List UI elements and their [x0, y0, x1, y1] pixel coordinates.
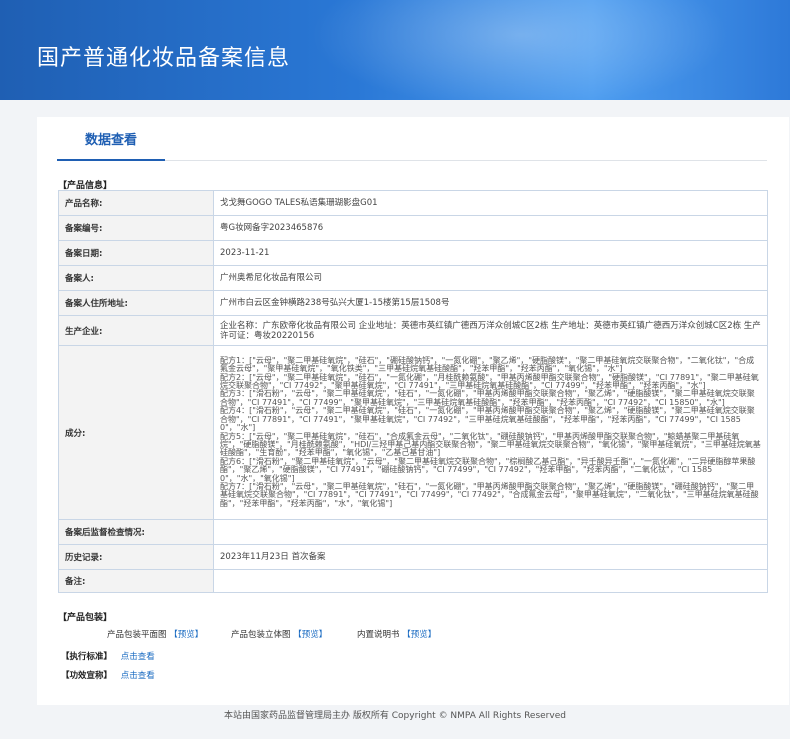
- row-label: 备案后监督检查情况:: [58, 519, 214, 545]
- packaging-label: 产品包装立体图: [231, 630, 291, 640]
- efficacy-label: 【功效宣称】: [61, 671, 113, 681]
- preview-link-3d[interactable]: 【预览】: [293, 630, 327, 640]
- row-value: [213, 519, 768, 545]
- table-row: 产品名称: 戈戈舞GOGO TALES私语集珊瑚影盘G01: [58, 190, 768, 216]
- page-title: 国产普通化妆品备案信息: [37, 46, 291, 71]
- header-banner: 国产普通化妆品备案信息: [0, 0, 790, 100]
- table-row: 成分: 配方1：["云母"，"聚二甲基硅氧烷"，"硅石"，"硼硅酸钠钙"，"一氮…: [58, 345, 768, 520]
- standard-label: 【执行标准】: [61, 652, 113, 662]
- preview-link-flat[interactable]: 【预览】: [169, 630, 203, 640]
- formula-5: 配方5：["云母"，"聚二甲基硅氧烷"，"硅石"，"合成氟金云母"，"二氧化钛"…: [220, 431, 761, 458]
- footer-copyright: 本站由国家药品监督管理局主办 版权所有 Copyright © NMPA All…: [224, 711, 566, 721]
- row-value: [213, 569, 768, 593]
- row-label: 成分:: [58, 345, 214, 520]
- formula-1: 配方1：["云母"，"聚二甲基硅氧烷"，"硅石"，"硼硅酸钠钙"，"一氮化硼"，…: [220, 355, 755, 374]
- efficacy-link[interactable]: 点击查看: [121, 671, 155, 681]
- standard-link[interactable]: 点击查看: [121, 652, 155, 662]
- row-value: 广州市白云区金钟横路238号弘兴大厦1-15楼第15层1508号: [213, 290, 768, 316]
- table-row: 备案日期: 2023-11-21: [58, 240, 768, 266]
- row-label: 生产企业:: [58, 315, 214, 346]
- efficacy-row: 【功效宣称】 点击查看: [61, 669, 155, 681]
- row-label: 备案编号:: [58, 215, 214, 241]
- preview-link-manual[interactable]: 【预览】: [402, 630, 436, 640]
- section-packaging: 【产品包装】: [58, 613, 113, 623]
- packaging-item-flat: 产品包装平面图 【预览】: [107, 628, 203, 640]
- row-label: 备案人:: [58, 265, 214, 291]
- banner-glow: [310, 0, 730, 100]
- packaging-item-3d: 产品包装立体图 【预览】: [231, 628, 327, 640]
- table-row: 生产企业: 企业名称：广东欧帝化妆品有限公司 企业地址：英德市英红镇广德西万洋众…: [58, 315, 768, 346]
- row-value: 广州奥希尼化妆品有限公司: [213, 265, 768, 291]
- standard-row: 【执行标准】 点击查看: [61, 650, 155, 662]
- table-row: 备案人: 广州奥希尼化妆品有限公司: [58, 265, 768, 291]
- row-label: 备案人住所地址:: [58, 290, 214, 316]
- formula-4: 配方4：["滑石粉"，"云母"，"聚二甲基硅氧烷"，"硅石"，"一氮化硼"，"甲…: [220, 406, 755, 433]
- row-label: 备案日期:: [58, 240, 214, 266]
- formula-2: 配方2：["云母"，"聚二甲基硅氧烷"，"硅石"，"一氮化硼"，"月桂酰赖氨酸"…: [220, 372, 759, 391]
- row-label: 历史记录:: [58, 544, 214, 570]
- table-row: 备注:: [58, 569, 768, 593]
- ingredients-cell: 配方1：["云母"，"聚二甲基硅氧烷"，"硅石"，"硼硅酸钠钙"，"一氮化硼"，…: [213, 345, 768, 520]
- packaging-label: 产品包装平面图: [107, 630, 167, 640]
- row-value: 戈戈舞GOGO TALES私语集珊瑚影盘G01: [213, 190, 768, 216]
- row-value: 企业名称：广东欧帝化妆品有限公司 企业地址：英德市英红镇广德西万洋众创城C区2栋…: [213, 315, 768, 346]
- packaging-item-manual: 内置说明书 【预览】: [357, 628, 436, 640]
- row-label: 产品名称:: [58, 190, 214, 216]
- product-info-table: 产品名称: 戈戈舞GOGO TALES私语集珊瑚影盘G01 备案编号: 粤G妆网…: [58, 190, 768, 593]
- table-row: 备案后监督检查情况:: [58, 519, 768, 545]
- formula-6: 配方6：["滑石粉"，"聚二甲基硅氧烷"，"云母"，"聚二甲基硅氧烷交联聚合物"…: [220, 456, 756, 483]
- row-value: 粤G妆网备字2023465876: [213, 215, 768, 241]
- row-value: 2023年11月23日 首次备案: [213, 544, 768, 570]
- row-label: 备注:: [58, 569, 214, 593]
- packaging-label: 内置说明书: [357, 630, 400, 640]
- table-row: 备案人住所地址: 广州市白云区金钟横路238号弘兴大厦1-15楼第15层1508…: [58, 290, 768, 316]
- table-row: 历史记录: 2023年11月23日 首次备案: [58, 544, 768, 570]
- tab-bar: 数据查看: [57, 131, 767, 161]
- tab-data-view[interactable]: 数据查看: [57, 131, 165, 161]
- formula-3: 配方3：["滑石粉"，"云母"，"聚二甲基硅氧烷"，"硅石"，"一氮化硼"，"甲…: [220, 389, 755, 407]
- table-row: 备案编号: 粤G妆网备字2023465876: [58, 215, 768, 241]
- content-card: 数据查看 【产品信息】 产品名称: 戈戈舞GOGO TALES私语集珊瑚影盘G0…: [37, 117, 789, 705]
- row-value: 2023-11-21: [213, 240, 768, 266]
- formula-7: 配方7：["滑石粉"，"云母"，"聚二甲基硅氧烷"，"硅石"，"一氮化硼"，"甲…: [220, 481, 759, 508]
